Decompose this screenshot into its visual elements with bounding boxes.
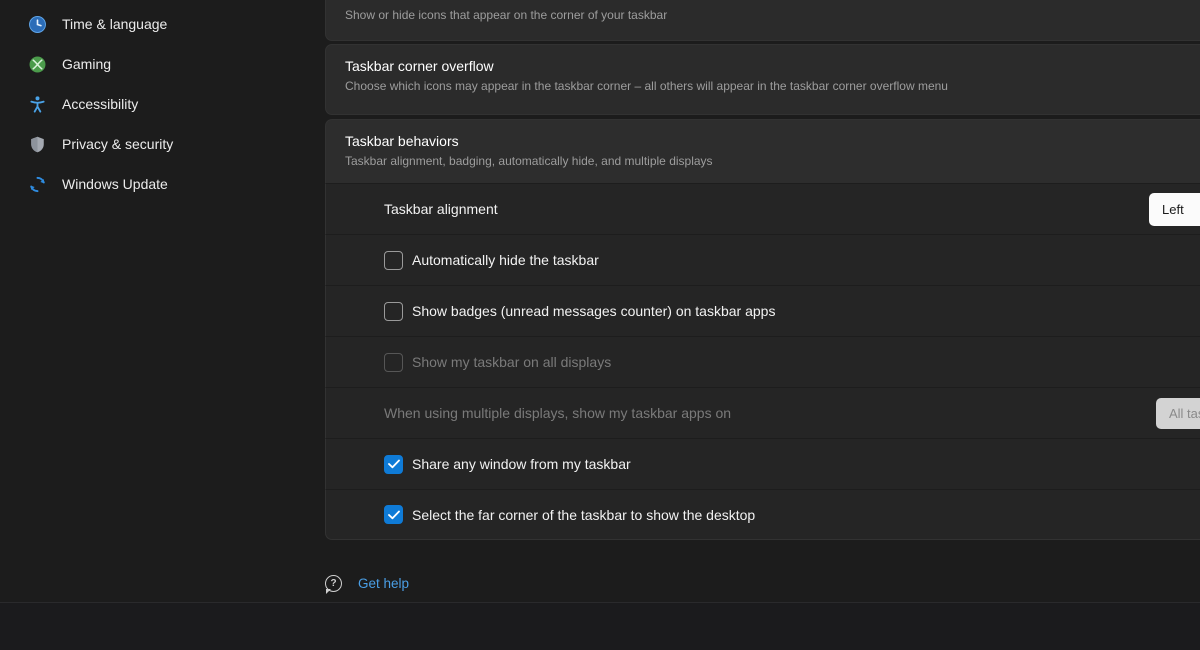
show-badges-checkbox[interactable]	[384, 302, 403, 321]
sidebar-item-label: Accessibility	[62, 96, 138, 112]
card-taskbar-corner-overflow[interactable]: Taskbar corner overflow Choose which ico…	[325, 44, 1200, 115]
sidebar-item-gaming[interactable]: Gaming	[12, 44, 312, 84]
multiple-displays-dropdown[interactable]: All taskbars	[1156, 398, 1200, 429]
setting-label: Share any window from my taskbar	[412, 456, 631, 472]
share-window-checkbox[interactable]	[384, 455, 403, 474]
sidebar-item-label: Privacy & security	[62, 136, 173, 152]
get-help-link[interactable]: Get help	[358, 576, 409, 591]
setting-label: Automatically hide the taskbar	[412, 252, 599, 268]
windows-taskbar: Search Ae Me Pr Ps	[0, 602, 1200, 650]
card-subtitle: Show or hide icons that appear on the co…	[345, 7, 1190, 23]
settings-sidebar: Time & language Gaming Accessibility Pri…	[0, 0, 325, 602]
time-language-icon	[28, 15, 47, 34]
auto-hide-checkbox[interactable]	[384, 251, 403, 270]
sidebar-item-accessibility[interactable]: Accessibility	[12, 84, 312, 124]
sidebar-item-label: Time & language	[62, 16, 167, 32]
card-title: Taskbar corner icons	[345, 0, 1190, 5]
sidebar-item-time-language[interactable]: Time & language	[12, 4, 312, 44]
setting-row-share-window: Share any window from my taskbar	[325, 438, 1200, 489]
setting-label: Show my taskbar on all displays	[412, 354, 611, 370]
all-displays-checkbox[interactable]	[384, 353, 403, 372]
card-taskbar-behaviors[interactable]: Taskbar behaviors Taskbar alignment, bad…	[325, 119, 1200, 183]
accessibility-icon	[28, 95, 47, 114]
check-icon	[388, 459, 400, 469]
setting-row-show-desktop-corner: Select the far corner of the taskbar to …	[325, 489, 1200, 540]
taskbar-behaviors-rows: Taskbar alignment Left Automatically hid…	[325, 183, 1200, 540]
setting-row-taskbar-all-displays: Show my taskbar on all displays	[325, 336, 1200, 387]
setting-label: Taskbar alignment	[384, 201, 498, 217]
card-taskbar-corner-icons[interactable]: Taskbar corner icons Show or hide icons …	[325, 0, 1200, 41]
windows-settings-screen: { "sidebar": { "items": [ { "label": "Ti…	[0, 0, 1200, 650]
check-icon	[388, 510, 400, 520]
setting-row-auto-hide-taskbar: Automatically hide the taskbar	[325, 234, 1200, 285]
sidebar-item-privacy-security[interactable]: Privacy & security	[12, 124, 312, 164]
privacy-security-icon	[28, 135, 47, 154]
dropdown-value: All taskbars	[1169, 406, 1200, 421]
sidebar-item-label: Gaming	[62, 56, 111, 72]
show-desktop-checkbox[interactable]	[384, 505, 403, 524]
windows-update-icon	[28, 175, 47, 194]
card-title: Taskbar corner overflow	[345, 56, 1190, 76]
get-help-row: ? Get help	[325, 572, 409, 594]
setting-row-taskbar-alignment: Taskbar alignment Left	[325, 183, 1200, 234]
help-bubble-icon: ?	[325, 575, 342, 592]
setting-label: Select the far corner of the taskbar to …	[412, 507, 755, 523]
card-title: Taskbar behaviors	[345, 131, 1190, 151]
card-subtitle: Taskbar alignment, badging, automaticall…	[345, 153, 1190, 169]
sidebar-item-windows-update[interactable]: Windows Update	[12, 164, 312, 204]
dropdown-value: Left	[1162, 202, 1184, 217]
setting-label: When using multiple displays, show my ta…	[384, 405, 731, 421]
taskbar-alignment-dropdown[interactable]: Left	[1149, 193, 1200, 226]
gaming-icon	[28, 55, 47, 74]
setting-row-show-badges: Show badges (unread messages counter) on…	[325, 285, 1200, 336]
setting-label: Show badges (unread messages counter) on…	[412, 303, 775, 319]
setting-row-multiple-displays-apps: When using multiple displays, show my ta…	[325, 387, 1200, 438]
sidebar-item-label: Windows Update	[62, 176, 168, 192]
card-subtitle: Choose which icons may appear in the tas…	[345, 78, 1190, 94]
